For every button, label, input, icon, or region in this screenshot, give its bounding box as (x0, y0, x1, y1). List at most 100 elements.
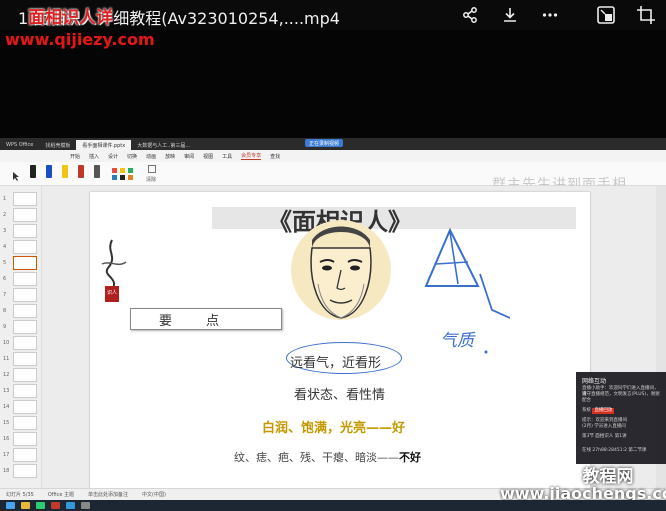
color-swatch-orange[interactable] (128, 175, 133, 180)
tab-other-doc[interactable]: 大数据与人工..第三届... (131, 140, 196, 150)
menu-item[interactable]: 工具 (222, 153, 232, 160)
tab-templates[interactable]: 找稻壳模板 (39, 140, 76, 150)
eraser-icon[interactable] (148, 165, 156, 173)
menu-item[interactable]: 开始 (70, 153, 80, 160)
color-swatch-blue[interactable] (112, 175, 117, 180)
current-slide: 《面相识人》 识人 (90, 192, 590, 488)
search-icon[interactable]: 查找 (270, 153, 280, 160)
slide-thumbnail[interactable] (13, 320, 37, 334)
menu-item[interactable]: 审阅 (184, 153, 194, 160)
thumb-number: 2 (3, 212, 7, 218)
crop-icon[interactable] (626, 0, 666, 30)
slide-thumbnail[interactable] (13, 288, 37, 302)
menu-item-active[interactable]: 会员专享 (241, 152, 262, 160)
thumb-number: 6 (3, 276, 7, 282)
picture-in-picture-icon[interactable] (586, 0, 626, 30)
menu-item[interactable]: 设计 (108, 153, 118, 160)
color-swatch-yellow[interactable] (120, 168, 125, 173)
download-icon[interactable] (490, 0, 530, 30)
thumb-number: 4 (3, 244, 7, 250)
face-illustration (291, 220, 391, 320)
pen-red-icon[interactable] (78, 165, 84, 178)
slide-line-4: 纹、痣、疤、残、干瘪、暗淡——不好 (234, 449, 421, 465)
player-top-bar: 1.面相识人详细教程(Av323010254,....mp4 面相识人详 (0, 0, 666, 30)
windows-taskbar (0, 500, 666, 511)
recording-badge: 正在录制视频 (305, 139, 344, 147)
menu-item[interactable]: 切换 (127, 153, 137, 160)
thumb-number: 18 (3, 468, 10, 474)
chat-message: 在线 27h88:28451:2 第二节课 (582, 448, 647, 453)
color-swatch-green[interactable] (128, 168, 133, 173)
language: 中文(中国) (142, 492, 166, 498)
pointer-icon[interactable] (12, 166, 20, 185)
windows-start-icon[interactable] (6, 502, 15, 509)
pen-black-icon[interactable] (30, 165, 36, 178)
theme-name: Office 主题 (47, 492, 75, 498)
thumb-number: 13 (3, 388, 10, 394)
clear-label[interactable]: 清除 (146, 176, 156, 183)
thumb-number: 9 (3, 324, 7, 330)
thumb-number: 3 (3, 228, 7, 234)
pen-toolbar: 清除 群主先生讲到面手相 (0, 162, 666, 193)
slide-thumbnail[interactable] (13, 464, 37, 478)
taskbar-app-icon[interactable] (36, 502, 45, 509)
thumb-number: 8 (3, 308, 7, 314)
slide-thumbnail[interactable] (13, 240, 37, 254)
player-top-icons (450, 0, 666, 30)
more-icon[interactable] (530, 0, 570, 30)
slide-thumbnail[interactable] (13, 336, 37, 350)
replay-badge[interactable]: 直播回放 (592, 408, 615, 414)
slide-thumbnail[interactable] (13, 368, 37, 382)
thumb-number: 7 (3, 292, 7, 298)
slide-line-1: 远看气，近看形 (290, 356, 382, 371)
taskbar-app-icon[interactable] (51, 502, 60, 509)
taskbar-app-icon[interactable] (66, 502, 75, 509)
menu-item[interactable]: 视图 (203, 153, 213, 160)
notes-hint[interactable]: 单击此处添加备注 (88, 491, 128, 498)
slide-line-3: 白润、饱满，光亮——好 (262, 421, 406, 436)
slide-thumbnail[interactable] (13, 224, 37, 238)
slide-thumbnail[interactable] (13, 400, 37, 414)
tab-wps-office[interactable]: WPS Office (0, 140, 39, 150)
separator (570, 0, 586, 30)
thumb-number: 10 (3, 340, 10, 346)
slide-thumbnail[interactable] (13, 448, 37, 462)
taskbar-app-icon[interactable] (21, 502, 30, 509)
thumb-number: 17 (3, 452, 10, 458)
slide-thumbnail[interactable] (13, 416, 37, 430)
taskbar-app-icon[interactable] (81, 502, 90, 509)
key-points-box: 要点 (130, 308, 282, 330)
slide-thumbnail[interactable] (13, 384, 37, 398)
slide-thumbnail[interactable] (13, 208, 37, 222)
chat-message: (2月) 学员进入直播间 (582, 424, 626, 429)
slide-line-2: 看状态、看性情 (294, 388, 386, 403)
chat-message: 系统 直播回放 (582, 408, 662, 414)
thumb-number: 1 (3, 196, 7, 202)
slide-count: 幻灯片 5/35 (6, 492, 34, 498)
slide-canvas: 《面相识人》 识人 (42, 186, 656, 488)
share-icon[interactable] (450, 0, 490, 30)
menu-item[interactable]: 放映 (165, 153, 175, 160)
wps-menu-bar: 开始 插入 设计 切换 动画 放映 审阅 视图 工具 会员专享 查找 (0, 150, 666, 162)
player-window: 1.面相识人详细教程(Av323010254,....mp4 面相识人详 www… (0, 0, 666, 511)
color-swatch-black[interactable] (120, 175, 125, 180)
menu-item[interactable]: 动画 (146, 153, 156, 160)
chat-title: 网络互动 (582, 378, 607, 385)
pen-yellow-icon[interactable] (62, 165, 68, 178)
slide-thumbnail[interactable] (13, 304, 37, 318)
slide-thumbnail-active[interactable] (13, 256, 37, 270)
slide-thumbnail[interactable] (13, 432, 37, 446)
handwritten-note: 气质 (440, 331, 474, 351)
thumb-number: 14 (3, 404, 10, 410)
slide-thumbnail[interactable] (13, 192, 37, 206)
color-swatch-red[interactable] (112, 168, 117, 173)
menu-item[interactable]: 插入 (89, 153, 99, 160)
calligraphy-ornament-icon (101, 239, 127, 302)
tab-pptx-file[interactable]: 看手面相课件.pptx (76, 140, 132, 150)
slide-thumbnail[interactable] (13, 272, 37, 286)
watermark-site-url: www.qijiezy.com (5, 30, 155, 49)
slide-thumbnail[interactable] (13, 352, 37, 366)
pen-blue-icon[interactable] (46, 165, 52, 178)
live-chat-panel: 网络互动 直播小助手：欢迎同学们进入直播间，请 遵守直播规范，文明发言(PLUS… (576, 372, 666, 464)
pen-dark-icon[interactable] (94, 165, 100, 178)
